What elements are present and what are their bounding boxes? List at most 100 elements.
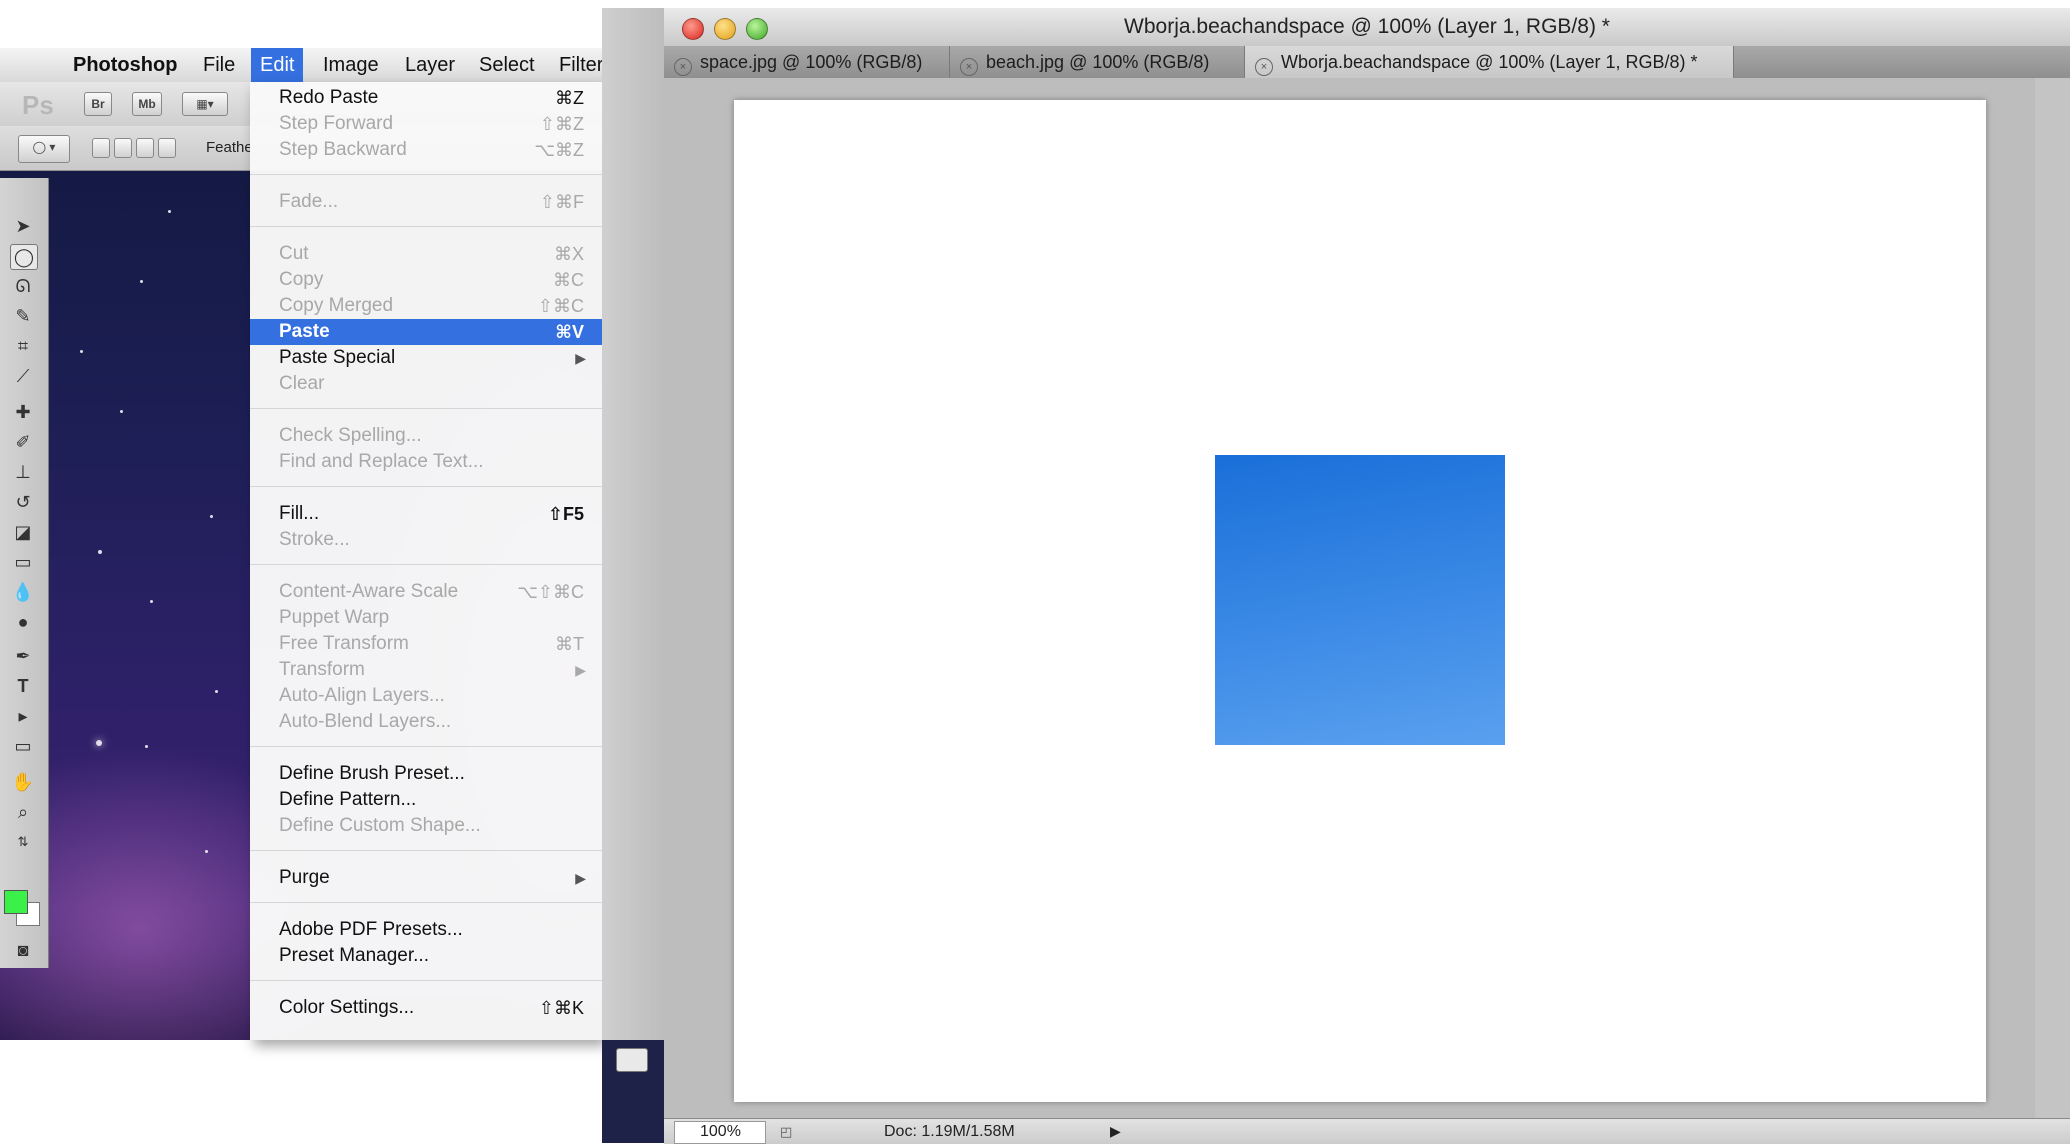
menu-item-clear[interactable]: Clear	[250, 371, 602, 397]
lasso-tool-icon[interactable]: ᘏ	[10, 274, 36, 298]
menu-item-free-transform[interactable]: Free Transform ⌘T	[250, 631, 602, 657]
tab-label: beach.jpg @ 100% (RGB/8)	[986, 52, 1210, 72]
menu-item-copy-merged[interactable]: Copy Merged ⇧⌘C	[250, 293, 602, 319]
clone-stamp-tool-icon[interactable]: ⊥	[10, 460, 36, 484]
swap-colors-icon[interactable]: ⇅	[10, 830, 36, 854]
hand-tool-icon[interactable]: ✋	[10, 770, 36, 794]
menu-layer[interactable]: Layer	[396, 48, 464, 82]
add-selection-icon[interactable]	[114, 138, 132, 158]
brush-tool-icon[interactable]: ✐	[10, 430, 36, 454]
document-title: Wborja.beachandspace @ 100% (Layer 1, RG…	[1124, 15, 1610, 38]
document-title-bar: Wborja.beachandspace @ 100% (Layer 1, RG…	[664, 8, 2070, 47]
dodge-tool-icon[interactable]: ●	[10, 610, 36, 634]
menu-item-redo-paste[interactable]: Redo Paste ⌘Z	[250, 85, 602, 111]
menu-item-define-brush-preset[interactable]: Define Brush Preset...	[250, 761, 602, 787]
menu-file[interactable]: File	[194, 48, 244, 82]
menu-item-label: Color Settings...	[279, 997, 415, 1018]
menu-item-fade[interactable]: Fade... ⇧⌘F	[250, 189, 602, 215]
menu-item-stroke[interactable]: Stroke...	[250, 527, 602, 553]
screen-mode-icon[interactable]	[616, 1048, 648, 1072]
menu-item-label: Find and Replace Text...	[279, 451, 484, 472]
menu-photoshop[interactable]: Photoshop	[64, 48, 186, 82]
zoom-tool-icon[interactable]: ⌕	[10, 800, 36, 824]
menu-item-find-replace-text[interactable]: Find and Replace Text...	[250, 449, 602, 475]
status-info-icon[interactable]: ◰	[780, 1119, 792, 1144]
path-selection-tool-icon[interactable]: ▸	[10, 704, 36, 728]
star	[98, 550, 102, 554]
menu-item-label: Free Transform	[279, 633, 409, 654]
star	[168, 210, 171, 213]
gradient-tool-icon[interactable]: ▭	[10, 550, 36, 574]
menu-item-label: Step Backward	[279, 139, 407, 160]
menu-image[interactable]: Image	[314, 48, 388, 82]
quick-mask-icon[interactable]: ◙	[10, 938, 36, 962]
crop-tool-icon[interactable]: ⌗	[10, 334, 36, 358]
menu-separator	[250, 408, 602, 409]
menu-item-step-backward[interactable]: Step Backward ⌥⌘Z	[250, 137, 602, 163]
menu-item-fill[interactable]: Fill... ⇧F5	[250, 501, 602, 527]
menu-item-define-custom-shape[interactable]: Define Custom Shape...	[250, 813, 602, 839]
menu-item-label: Fill...	[279, 503, 320, 524]
status-menu-arrow-icon[interactable]: ▶	[1110, 1119, 1121, 1144]
star	[145, 745, 148, 748]
menu-item-shortcut: ⌘T	[555, 634, 584, 654]
feather-label: Feathe	[206, 139, 253, 156]
menu-item-paste-special[interactable]: Paste Special ▶	[250, 345, 602, 371]
menu-item-shortcut: ⇧⌘Z	[539, 114, 584, 134]
menu-item-purge[interactable]: Purge ▶	[250, 865, 602, 891]
menu-item-label: Auto-Align Layers...	[279, 685, 445, 706]
apple-icon[interactable]	[22, 48, 40, 82]
menu-edit[interactable]: Edit	[251, 48, 304, 82]
menu-item-label: Purge	[279, 867, 330, 888]
quick-selection-tool-icon[interactable]: ✎	[10, 304, 36, 328]
star	[215, 690, 218, 693]
close-tab-icon[interactable]: ×	[674, 58, 692, 76]
submenu-arrow-icon: ▶	[575, 350, 586, 366]
menu-item-paste[interactable]: Paste ⌘V	[250, 319, 602, 345]
menu-item-transform[interactable]: Transform ▶	[250, 657, 602, 683]
tab-beach-jpg[interactable]: × beach.jpg @ 100% (RGB/8)	[950, 46, 1245, 78]
menu-item-label: Define Pattern...	[279, 789, 417, 810]
close-tab-icon[interactable]: ×	[1255, 58, 1273, 76]
eraser-tool-icon[interactable]: ◪	[10, 520, 36, 544]
type-tool-icon[interactable]: T	[10, 674, 36, 698]
menu-item-adobe-pdf-presets[interactable]: Adobe PDF Presets...	[250, 917, 602, 943]
bridge-button[interactable]: Br	[84, 92, 112, 116]
foreground-color-swatch[interactable]	[4, 890, 28, 914]
pasted-blue-square-layer[interactable]	[1215, 455, 1505, 745]
blur-tool-icon[interactable]: 💧	[10, 580, 36, 604]
menu-item-define-pattern[interactable]: Define Pattern...	[250, 787, 602, 813]
menu-item-auto-align-layers[interactable]: Auto-Align Layers...	[250, 683, 602, 709]
menu-separator	[250, 850, 602, 851]
menu-item-copy[interactable]: Copy ⌘C	[250, 267, 602, 293]
intersect-selection-icon[interactable]	[158, 138, 176, 158]
new-selection-icon[interactable]	[92, 138, 110, 158]
menu-item-preset-manager[interactable]: Preset Manager...	[250, 943, 602, 969]
tab-space-jpg[interactable]: × space.jpg @ 100% (RGB/8)	[664, 46, 950, 78]
rectangle-tool-icon[interactable]: ▭	[10, 734, 36, 758]
close-tab-icon[interactable]: ×	[960, 58, 978, 76]
menu-separator	[250, 564, 602, 565]
eyedropper-tool-icon[interactable]: ⟋	[10, 364, 36, 388]
subtract-selection-icon[interactable]	[136, 138, 154, 158]
menu-item-content-aware-scale[interactable]: Content-Aware Scale ⌥⇧⌘C	[250, 579, 602, 605]
view-extras-dropdown[interactable]: ▦▾	[182, 92, 228, 116]
menu-item-cut[interactable]: Cut ⌘X	[250, 241, 602, 267]
marquee-preset-picker[interactable]: ◯ ▾	[18, 135, 70, 163]
menu-select[interactable]: Select	[470, 48, 544, 82]
menu-item-color-settings[interactable]: Color Settings... ⇧⌘K	[250, 995, 602, 1021]
menu-item-puppet-warp[interactable]: Puppet Warp	[250, 605, 602, 631]
pen-tool-icon[interactable]: ✒	[10, 644, 36, 668]
menu-item-step-forward[interactable]: Step Forward ⇧⌘Z	[250, 111, 602, 137]
menu-item-check-spelling[interactable]: Check Spelling...	[250, 423, 602, 449]
healing-brush-tool-icon[interactable]: ✚	[10, 400, 36, 424]
history-brush-tool-icon[interactable]: ↺	[10, 490, 36, 514]
tab-wborja-beachandspace[interactable]: × Wborja.beachandspace @ 100% (Layer 1, R…	[1245, 46, 1734, 78]
menu-item-label: Redo Paste	[279, 87, 379, 108]
vertical-scrollbar[interactable]	[2035, 78, 2070, 1118]
mini-bridge-button[interactable]: Mb	[132, 92, 162, 116]
menu-bar: Photoshop File Edit Image Layer Select F…	[0, 48, 640, 83]
elliptical-marquee-tool-icon[interactable]: ◯	[10, 244, 38, 270]
menu-item-auto-blend-layers[interactable]: Auto-Blend Layers...	[250, 709, 602, 735]
move-tool-icon[interactable]: ➤	[10, 214, 36, 238]
